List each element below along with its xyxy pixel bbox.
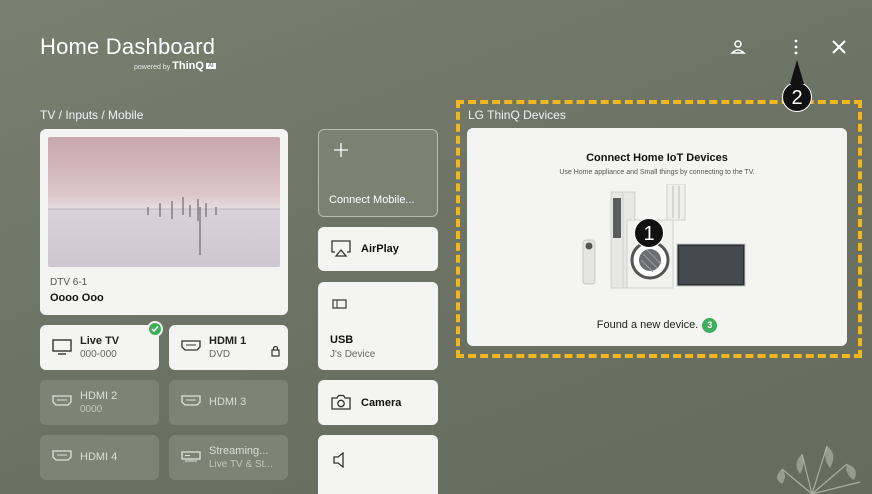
input-label: HDMI 4 [80,451,118,463]
input-sub: Live TV & St... [209,459,273,470]
usb-icon [332,297,348,315]
callout-marker-1: 1 [634,218,664,248]
input-label: Live TV [80,335,120,347]
input-label: Streaming... [209,445,269,457]
input-hdmi-2[interactable]: HDMI 2 0000 [40,380,159,425]
appliances-illustration [582,184,746,289]
found-device-status: Found a new device. 3 [467,318,847,333]
tv-icon [52,339,72,360]
usb-label: USB [330,334,354,346]
plant-decoration [777,445,861,494]
dashboard-screen: Home Dashboard powered by ThinQ AI TV / I… [0,0,872,494]
tv-preview-image [48,137,280,267]
sound-output-card[interactable] [318,435,438,494]
hdmi-icon [52,394,72,412]
user-icon[interactable] [727,36,749,58]
tv-channel: DTV 6-1 [50,277,88,288]
airplay-icon [331,240,351,262]
input-sub: DVD [209,349,231,360]
connect-mobile-label: Connect Mobile... [329,194,415,206]
speaker-icon [332,451,348,473]
hdmi-icon [181,394,201,412]
powered-by-thinq-logo: powered by ThinQ AI [134,60,216,72]
camera-button[interactable]: Camera [318,380,438,425]
set-top-box-icon [181,449,201,467]
found-device-count-badge: 3 [702,318,718,333]
callout-pointer [790,60,804,84]
lock-icon [271,344,280,362]
live-tv-preview-card[interactable]: DTV 6-1 Oooo Ooo [40,129,288,315]
camera-icon [331,394,351,415]
connect-iot-title: Connect Home IoT Devices [586,152,728,164]
camera-label: Camera [361,397,402,409]
connect-mobile-button[interactable]: Connect Mobile... [318,129,438,217]
connect-iot-subtitle: Use Home appliance and Small things by c… [559,169,755,176]
close-icon[interactable] [828,36,850,58]
airplay-label: AirPlay [361,243,399,255]
page-title: Home Dashboard [40,34,216,59]
airplay-button[interactable]: AirPlay [318,227,438,271]
callout-marker-2: 2 [782,82,812,112]
input-live-tv[interactable]: Live TV 000-000 [40,321,163,370]
input-hdmi-1[interactable]: HDMI 1 DVD [169,325,288,370]
input-hdmi-4[interactable]: HDMI 4 [40,435,159,480]
plus-icon [333,142,349,163]
section-label-thinq: LG ThinQ Devices [468,108,566,122]
usb-device-name: J's Device [330,349,376,360]
more-vertical-icon[interactable] [785,36,807,58]
section-label-inputs: TV / Inputs / Mobile [40,108,144,122]
usb-device-card[interactable]: USB J's Device [318,282,438,370]
hdmi-icon [181,339,201,357]
input-sub: 0000 [80,404,103,415]
input-streaming[interactable]: Streaming... Live TV & St... [169,435,288,480]
input-sub: 000-000 [80,349,117,360]
input-label: HDMI 3 [209,396,247,408]
tv-program: Oooo Ooo [50,292,104,304]
input-label: HDMI 2 [80,390,118,402]
input-label: HDMI 1 [209,335,247,347]
hdmi-icon [52,449,72,467]
input-hdmi-3[interactable]: HDMI 3 [169,380,288,425]
connected-check-icon [147,321,163,337]
